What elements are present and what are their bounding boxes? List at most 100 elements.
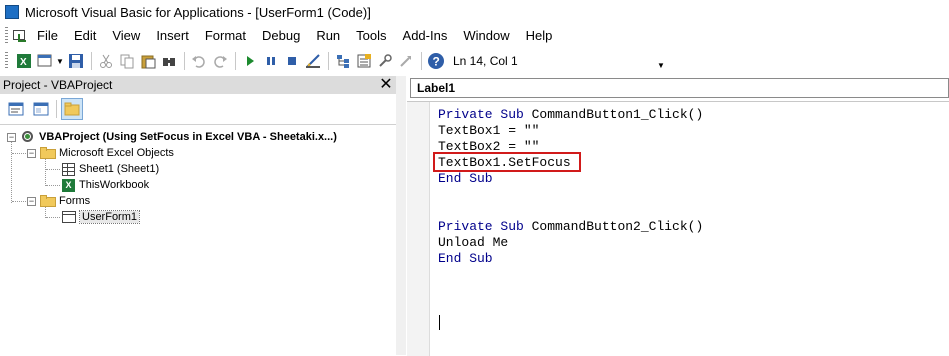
project-explorer-icon[interactable] — [333, 51, 353, 71]
standard-toolbar: X ▼ ? Ln 14, Col 1 ▼ — [0, 48, 949, 74]
insert-userform-icon[interactable] — [35, 51, 55, 71]
chevron-down-icon: ▼ — [657, 61, 665, 70]
tree-node-label: UserForm1 — [78, 210, 141, 224]
view-object-icon[interactable] — [31, 99, 51, 119]
menu-debug[interactable]: Debug — [262, 28, 300, 43]
toolbar-divider — [328, 52, 329, 70]
code-line[interactable]: TextBox1 = "" — [438, 123, 539, 139]
collapse-icon[interactable]: − — [27, 196, 36, 206]
code-line[interactable]: Private Sub CommandButton2_Click() — [438, 219, 703, 235]
code-line[interactable]: Unload Me — [438, 235, 508, 251]
menu-view[interactable]: View — [112, 28, 140, 43]
object-dropdown-value: Label1 — [417, 81, 456, 95]
menu-addins[interactable]: Add-Ins — [403, 28, 448, 43]
collapse-icon[interactable]: − — [27, 148, 36, 158]
close-icon[interactable]: ✕ — [377, 76, 395, 94]
tree-connector — [12, 153, 26, 155]
view-code-icon[interactable] — [6, 99, 26, 119]
code-text: CommandButton1_Click() — [523, 107, 704, 122]
chevron-down-icon[interactable]: ▼ — [56, 51, 64, 71]
window-title: Microsoft Visual Basic for Applications … — [25, 4, 371, 20]
code-line[interactable]: End Sub — [438, 171, 493, 187]
tree-connector — [46, 185, 60, 187]
menu-bar: File Edit View Insert Format Debug Run T… — [0, 24, 949, 46]
code-margin[interactable] — [407, 102, 430, 356]
tree-connector — [11, 141, 13, 203]
toolbar-divider — [56, 100, 57, 118]
find-icon[interactable] — [159, 51, 179, 71]
toolbar-divider — [184, 52, 185, 70]
collapse-icon[interactable]: − — [7, 132, 16, 142]
redo-icon[interactable] — [210, 51, 230, 71]
properties-window-icon[interactable] — [354, 51, 374, 71]
title-bar: Microsoft Visual Basic for Applications … — [0, 0, 949, 24]
tree-node-label: Forms — [59, 195, 91, 207]
project-explorer-header: Project - VBAProject ✕ — [0, 76, 396, 94]
paste-icon[interactable] — [138, 51, 158, 71]
project-explorer-title: Project - VBAProject — [3, 78, 113, 92]
menu-help[interactable]: Help — [526, 28, 553, 43]
code-text: CommandButton2_Click() — [523, 219, 704, 234]
tree-node-excel-objects[interactable]: − Microsoft Excel Objects — [27, 145, 174, 161]
reset-icon[interactable] — [282, 51, 302, 71]
vba-editor-icon[interactable] — [13, 28, 29, 42]
menu-edit[interactable]: Edit — [74, 28, 96, 43]
cursor-position-status: Ln 14, Col 1 — [453, 54, 518, 68]
tree-connector — [45, 157, 47, 186]
menu-window[interactable]: Window — [463, 28, 509, 43]
menu-format[interactable]: Format — [205, 28, 246, 43]
tree-connector — [46, 169, 60, 171]
vba-project-icon — [20, 130, 35, 145]
tree-connector — [12, 201, 26, 203]
vba-app-icon — [5, 5, 19, 19]
tree-node-forms[interactable]: − Forms — [27, 193, 90, 209]
object-dropdown[interactable]: Label1 — [410, 78, 949, 98]
tree-node-vbaproject[interactable]: − VBAProject (Using SetFocus in Excel VB… — [7, 129, 337, 145]
tree-node-sheet1[interactable]: Sheet1 (Sheet1) — [62, 161, 159, 177]
menu-run[interactable]: Run — [316, 28, 340, 43]
undo-icon[interactable] — [189, 51, 209, 71]
code-keyword: Private Sub — [438, 219, 524, 234]
code-keyword: Private Sub — [438, 107, 524, 122]
folder-icon — [40, 195, 56, 207]
object-browser-icon[interactable] — [375, 51, 395, 71]
code-line[interactable]: End Sub — [438, 251, 493, 267]
worksheet-icon — [62, 162, 75, 176]
toolbar-divider — [91, 52, 92, 70]
tree-node-label: VBAProject (Using SetFocus in Excel VBA … — [39, 131, 337, 143]
project-tree: − VBAProject (Using SetFocus in Excel VB… — [0, 124, 396, 356]
copy-icon[interactable] — [117, 51, 137, 71]
svg-text:?: ? — [433, 55, 440, 69]
pane-splitter[interactable] — [396, 76, 406, 355]
toolbar-divider — [421, 52, 422, 70]
menu-tools[interactable]: Tools — [356, 28, 386, 43]
tree-connector — [46, 217, 60, 219]
design-mode-icon[interactable] — [303, 51, 323, 71]
menu-insert[interactable]: Insert — [156, 28, 189, 43]
save-icon[interactable] — [66, 51, 86, 71]
folder-icon — [40, 147, 56, 159]
menu-file[interactable]: File — [37, 28, 58, 43]
tree-node-userform1[interactable]: UserForm1 — [62, 209, 141, 225]
code-editor[interactable]: Private Sub CommandButton1_Click() TextB… — [407, 101, 949, 356]
toolbox-icon[interactable] — [396, 51, 416, 71]
toggle-folders-icon[interactable] — [61, 98, 83, 120]
project-explorer-toolbar — [0, 96, 396, 122]
break-icon[interactable] — [261, 51, 281, 71]
tree-node-label: Sheet1 (Sheet1) — [79, 163, 160, 175]
excel-icon[interactable]: X — [14, 51, 34, 71]
tree-node-label: Microsoft Excel Objects — [59, 147, 174, 159]
menubar-grip[interactable] — [5, 27, 8, 43]
highlight-annotation — [433, 152, 581, 172]
help-icon[interactable]: ? — [426, 51, 446, 71]
tree-node-thisworkbook[interactable]: X ThisWorkbook — [62, 177, 149, 193]
text-cursor — [439, 315, 440, 330]
toolbar-options-button[interactable]: ▼ — [657, 52, 665, 70]
code-line[interactable]: Private Sub CommandButton1_Click() — [438, 107, 703, 123]
run-icon[interactable] — [240, 51, 260, 71]
tree-node-label: ThisWorkbook — [79, 179, 150, 191]
cut-icon[interactable] — [96, 51, 116, 71]
workbook-icon: X — [62, 178, 75, 192]
toolbar-grip[interactable] — [5, 52, 8, 70]
svg-text:X: X — [20, 57, 27, 68]
